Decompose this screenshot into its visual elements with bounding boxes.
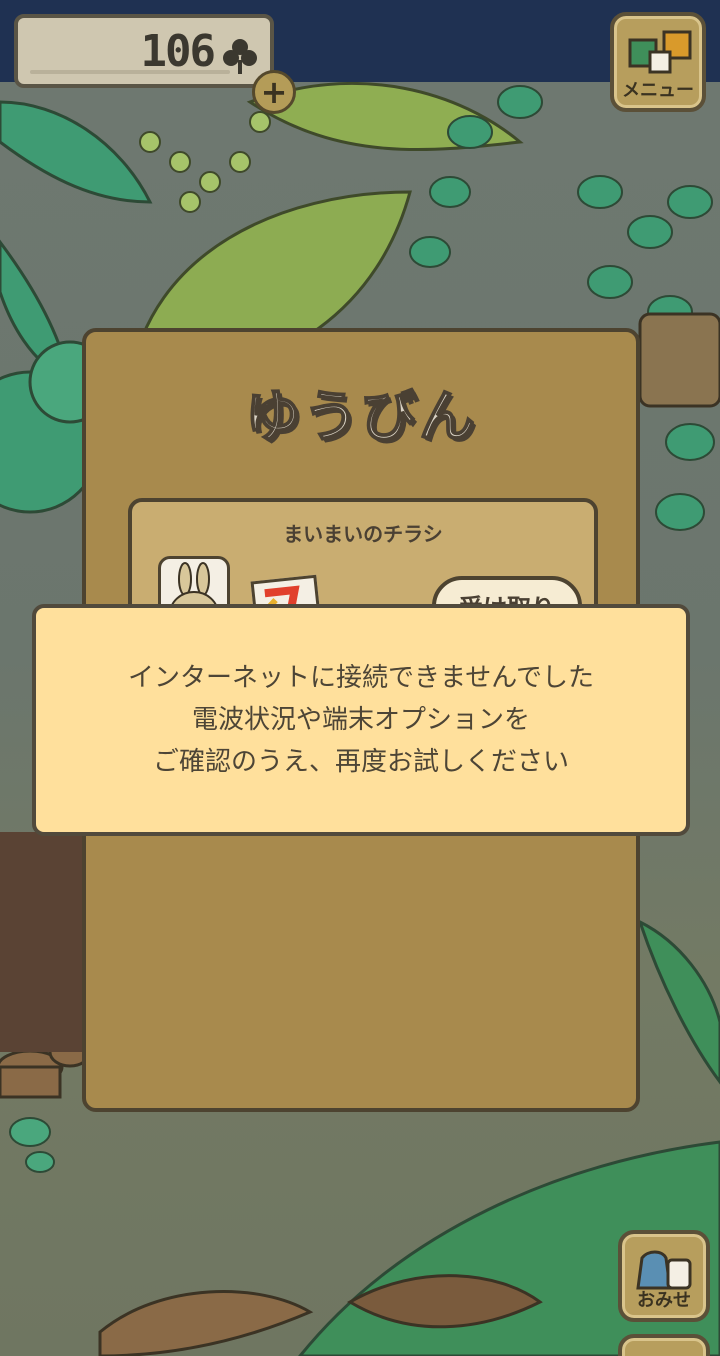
- menu-icon: [628, 30, 692, 74]
- error-message-line3: ご確認のうえ、再度お試しください: [152, 747, 569, 777]
- counter-underline: [30, 70, 230, 74]
- error-message-line2: 電波状況や端末オプションを: [191, 705, 530, 735]
- clover-counter: 106: [14, 14, 274, 88]
- mail-item-title: まいまいのチラシ: [283, 522, 443, 546]
- extra-nav-button[interactable]: [618, 1334, 710, 1356]
- shop-label: おみせ: [637, 1290, 691, 1311]
- error-message-line1: インターネットに接続できませんでした: [128, 663, 594, 693]
- add-clover-button[interactable]: +: [252, 70, 296, 114]
- menu-button[interactable]: メニュー: [610, 12, 706, 112]
- mail-title: ゆうびん: [244, 384, 477, 451]
- menu-label: メニュー: [622, 80, 694, 101]
- connection-error-dialog[interactable]: インターネットに接続できませんでした 電波状況や端末オプションを ご確認のうえ、…: [32, 604, 690, 836]
- shop-button[interactable]: おみせ: [618, 1230, 710, 1322]
